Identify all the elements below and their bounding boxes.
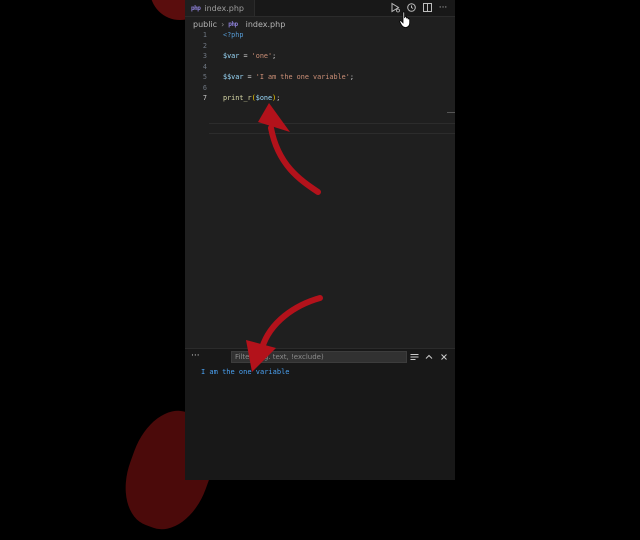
- code-token: ;: [276, 94, 281, 102]
- editor-actions: ···: [389, 1, 449, 14]
- code-line[interactable]: 5 $$var = 'I am the one variable';: [185, 72, 455, 83]
- code-line[interactable]: 6: [185, 83, 455, 94]
- code-text: <?php: [223, 30, 243, 41]
- current-line-highlight: [209, 123, 455, 134]
- tab-label: index.php: [204, 3, 244, 13]
- code-text: $$var = 'I am the one variable';: [223, 72, 354, 83]
- code-line[interactable]: 2: [185, 41, 455, 52]
- code-token: ;: [349, 73, 354, 81]
- php-file-icon: php: [191, 4, 201, 12]
- code-line[interactable]: 1 <?php: [185, 30, 455, 41]
- close-icon[interactable]: [439, 351, 449, 363]
- code-token: $$var: [223, 73, 244, 81]
- tab-index-php[interactable]: php index.php: [185, 0, 255, 16]
- code-token: =: [243, 73, 256, 81]
- code-text: print_r($one);: [223, 93, 280, 104]
- line-number: 3: [202, 52, 207, 60]
- breadcrumb-file[interactable]: index.php: [246, 20, 286, 29]
- php-file-icon: php: [228, 20, 238, 28]
- code-token: 'I am the one variable': [255, 73, 350, 81]
- overview-ruler-mark: [447, 112, 455, 113]
- code-token: $var: [223, 52, 240, 60]
- list-filter-icon[interactable]: [409, 351, 419, 363]
- code-token: ;: [272, 52, 277, 60]
- more-actions-icon[interactable]: ···: [437, 1, 449, 14]
- hand-pointer-icon: [399, 11, 413, 33]
- code-token: =: [239, 52, 252, 60]
- code-line[interactable]: 3 $var = 'one';: [185, 51, 455, 62]
- line-number: 1: [202, 31, 207, 39]
- chevron-up-icon[interactable]: [424, 351, 434, 363]
- output-text: I am the one variable: [201, 368, 290, 376]
- more-actions-icon[interactable]: ···: [191, 351, 200, 361]
- breadcrumb: public › php index.php: [193, 17, 285, 31]
- line-number: 5: [202, 73, 207, 81]
- code-text: $var = 'one';: [223, 51, 276, 62]
- panel-actions: [409, 351, 449, 363]
- code-token: <?php: [223, 31, 244, 39]
- line-number: 2: [202, 41, 207, 50]
- editor-tab-bar: php index.php ···: [185, 0, 455, 17]
- line-number: 7: [202, 94, 207, 102]
- split-editor-icon[interactable]: [421, 1, 433, 14]
- code-editor-window: php index.php ··· public › php index.php…: [185, 0, 455, 480]
- code-token: 'one': [251, 52, 273, 60]
- chevron-right-icon: ›: [221, 19, 225, 29]
- code-line[interactable]: 4: [185, 62, 455, 73]
- code-area[interactable]: 1 <?php 2 3 $var = 'one'; 4 5 $$var = 'I am the…: [185, 30, 455, 348]
- code-token: print_r: [223, 94, 252, 102]
- code-token: $one: [255, 94, 273, 102]
- line-number: 6: [202, 83, 207, 92]
- line-number: 4: [202, 62, 207, 71]
- filter-input[interactable]: [231, 351, 407, 363]
- code-line[interactable]: 7 print_r($one);: [185, 93, 455, 104]
- breadcrumb-folder[interactable]: public: [193, 20, 217, 29]
- output-panel: ··· I am the one variable: [185, 348, 455, 480]
